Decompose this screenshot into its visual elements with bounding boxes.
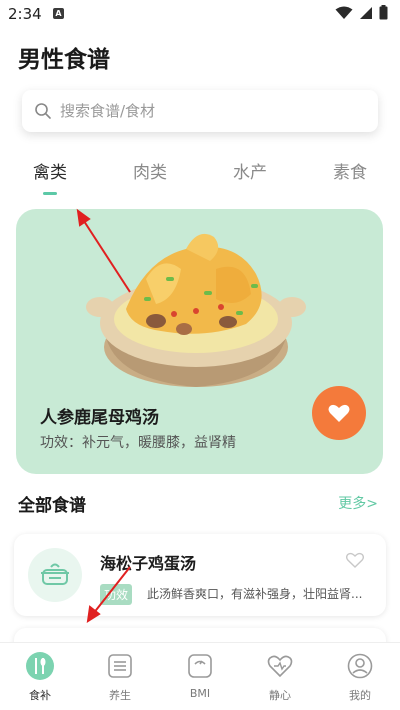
bottom-nav: 食补 养生 BMI 静心 我的	[0, 642, 400, 710]
recipe-card[interactable]: 海松子鸡蛋汤 功效 此汤鲜香爽口，有滋补强身，壮阳益肾...	[14, 534, 386, 616]
nav-label: BMI	[189, 687, 211, 700]
search-box[interactable]	[22, 90, 378, 132]
favorite-button[interactable]	[312, 386, 366, 440]
notification-icon: A	[53, 8, 64, 19]
nav-label: 我的	[349, 689, 371, 702]
recipe-name: 海松子鸡蛋汤	[100, 554, 197, 573]
search-icon	[35, 103, 51, 119]
tab-vegetarian[interactable]: 素食	[320, 158, 380, 183]
featured-recipe-title: 人参鹿尾母鸡汤	[40, 408, 159, 428]
pot-icon	[41, 563, 69, 585]
profile-icon	[345, 651, 375, 681]
wifi-icon	[335, 6, 353, 19]
food-icon	[25, 651, 55, 681]
status-icons	[335, 5, 388, 20]
nav-profile[interactable]: 我的	[330, 651, 390, 703]
status-bar: 2:34 A	[0, 0, 400, 28]
signal-icon	[360, 6, 372, 19]
nav-food[interactable]: 食补	[10, 651, 70, 703]
section-title: 全部食谱	[18, 496, 86, 516]
dish-image	[86, 233, 306, 387]
nav-health[interactable]: 养生	[90, 651, 150, 703]
tab-poultry[interactable]: 禽类	[20, 158, 80, 183]
nav-label: 养生	[109, 689, 131, 702]
favorite-outline-icon[interactable]	[346, 552, 364, 568]
recipe-desc: 此汤鲜香爽口，有滋补强身，壮阳益肾...	[147, 587, 363, 601]
nav-label: 食补	[29, 689, 51, 702]
list-icon	[105, 651, 135, 681]
scale-icon	[185, 651, 215, 681]
status-time: 2:34	[8, 5, 42, 23]
featured-recipe-desc: 功效：补元气，暖腰膝，益肾精	[40, 435, 236, 451]
nav-label: 静心	[269, 689, 291, 702]
recipe-thumb	[28, 548, 82, 602]
recipe-tag: 功效	[100, 584, 133, 605]
tab-seafood[interactable]: 水产	[220, 158, 280, 183]
page-title: 男性食谱	[18, 47, 110, 73]
heart-icon	[328, 404, 350, 422]
category-tabs: 禽类 肉类 水产 素食	[0, 158, 400, 198]
more-link[interactable]: 更多>	[338, 493, 378, 513]
featured-recipe-card[interactable]: 人参鹿尾母鸡汤 功效：补元气，暖腰膝，益肾精	[16, 209, 383, 474]
heart-icon	[265, 651, 295, 681]
tab-meat[interactable]: 肉类	[120, 158, 180, 183]
active-tab-indicator	[43, 192, 57, 195]
nav-calm[interactable]: 静心	[250, 651, 310, 703]
nav-bmi[interactable]: BMI	[170, 651, 230, 700]
battery-icon	[379, 5, 388, 20]
search-input[interactable]	[60, 102, 360, 120]
